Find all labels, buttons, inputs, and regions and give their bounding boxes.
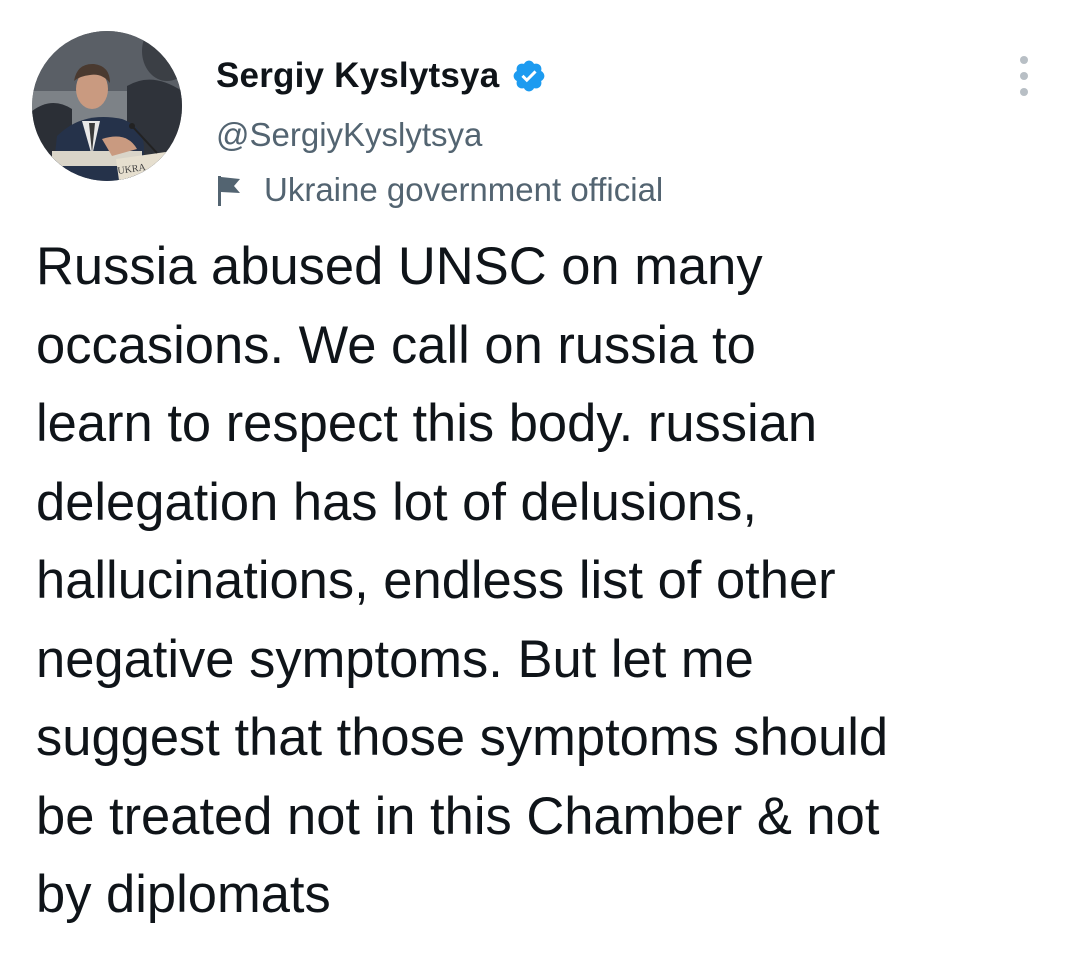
more-options-button[interactable] <box>1006 56 1042 96</box>
tweet-text-line: Russia abused UNSC on many <box>36 237 763 296</box>
affiliation-label: Ukraine government official <box>216 168 663 212</box>
tweet-text-line: learn to respect this body. russian <box>36 394 818 453</box>
verified-badge-icon <box>511 58 547 94</box>
tweet-text-line: occasions. We call on russia to <box>36 315 756 375</box>
more-options-dot <box>1020 88 1028 96</box>
tweet-text-line: by diplomats <box>36 865 331 924</box>
more-options-icon <box>1020 56 1028 64</box>
tweet-text: Russia abused UNSC on many occasions. We… <box>36 228 1046 935</box>
tweet-text-line: be treated not in this Chamber & not <box>36 786 880 846</box>
tweet: UKRA Sergiy Kyslytsya @SergiyKyslytsya U… <box>0 0 1072 960</box>
author-name-row: Sergiy Kyslytsya <box>216 52 547 100</box>
tweet-text-line: suggest that those symptoms should <box>36 708 889 767</box>
author-display-name[interactable]: Sergiy Kyslytsya <box>216 56 499 96</box>
tweet-text-line: negative symptoms. But let me <box>36 629 754 689</box>
flag-icon <box>216 173 244 207</box>
avatar-photo: UKRA <box>32 31 182 181</box>
author-handle[interactable]: @SergiyKyslytsya <box>216 116 482 154</box>
tweet-text-line: hallucinations, endless list of other <box>36 551 836 610</box>
more-options-dot <box>1020 72 1028 80</box>
avatar[interactable]: UKRA <box>32 31 182 181</box>
government-official-label: Ukraine government official <box>264 171 664 208</box>
tweet-text-line: delegation has lot of delusions, <box>36 472 757 532</box>
